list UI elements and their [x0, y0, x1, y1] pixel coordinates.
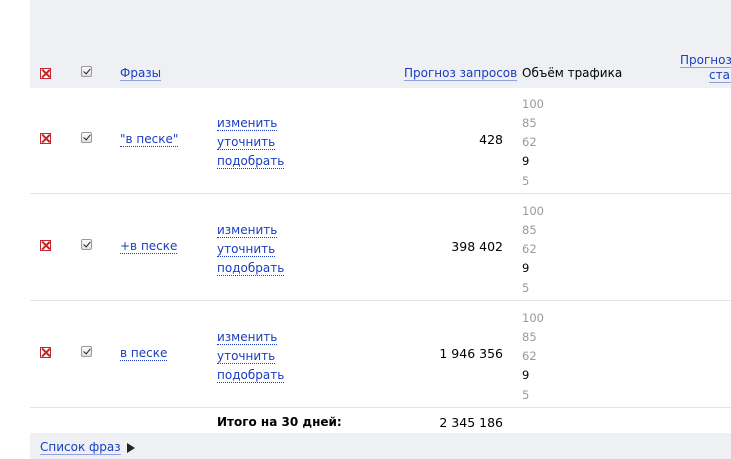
traffic-value: 62 [522, 135, 537, 149]
delete-row-icon[interactable] [40, 240, 51, 251]
phrase-link[interactable]: +в песке [120, 239, 178, 254]
traffic-value: 100 [522, 97, 544, 111]
bid-forecast-header[interactable]: Прогноз с [680, 53, 731, 68]
row-checkbox[interactable] [81, 132, 92, 143]
edit-link[interactable]: изменить [217, 116, 278, 131]
total-label: Итого на 30 дней: [217, 415, 342, 429]
refine-link[interactable]: уточнить [217, 349, 276, 364]
edit-link[interactable]: изменить [217, 223, 278, 238]
bid-forecast-header-line2[interactable]: став [709, 68, 731, 83]
row-divider [30, 193, 731, 194]
traffic-value-current: 9 [522, 368, 530, 382]
phrase-link[interactable]: "в песке" [120, 132, 179, 147]
pick-link[interactable]: подобрать [217, 368, 285, 383]
traffic-value-current: 9 [522, 154, 530, 168]
traffic-value: 62 [522, 349, 537, 363]
bid-forecast-header-2[interactable]: став [709, 68, 731, 83]
row-divider [30, 300, 731, 301]
row-checkbox[interactable] [81, 346, 92, 357]
select-all-checkbox[interactable] [81, 66, 92, 77]
pick-link[interactable]: подобрать [217, 261, 285, 276]
forecast-header-link[interactable]: Прогноз запросов [404, 66, 518, 81]
phrase-list-link[interactable]: Список фраз [40, 440, 121, 455]
traffic-value: 85 [522, 330, 537, 344]
phrases-header-link[interactable]: Фразы [120, 66, 162, 81]
total-value: 2 345 186 [439, 415, 503, 430]
traffic-value-current: 9 [522, 261, 530, 275]
traffic-value: 100 [522, 204, 544, 218]
left-margin [0, 0, 30, 459]
forecast-value: 428 [479, 132, 503, 147]
footer-bar [30, 433, 731, 459]
delete-row-icon[interactable] [40, 133, 51, 144]
phrases-header[interactable]: Фразы [120, 66, 162, 81]
traffic-value: 85 [522, 116, 537, 130]
forecast-value: 1 946 356 [439, 346, 503, 361]
traffic-value: 100 [522, 311, 544, 325]
row-divider [30, 407, 731, 408]
expand-arrow-icon[interactable] [126, 442, 135, 453]
bid-forecast-header-line1[interactable]: Прогноз с [680, 53, 731, 68]
traffic-value: 5 [522, 388, 530, 402]
row-checkbox[interactable] [81, 239, 92, 250]
delete-all-icon[interactable] [40, 68, 51, 79]
phrase-list-toggle[interactable]: Список фраз [40, 440, 135, 455]
phrase-link[interactable]: в песке [120, 346, 168, 361]
delete-row-icon[interactable] [40, 347, 51, 358]
traffic-header: Объём трафика [522, 66, 623, 80]
refine-link[interactable]: уточнить [217, 242, 276, 257]
traffic-value: 5 [522, 281, 530, 295]
pick-link[interactable]: подобрать [217, 154, 285, 169]
refine-link[interactable]: уточнить [217, 135, 276, 150]
traffic-value: 62 [522, 242, 537, 256]
forecast-value: 398 402 [451, 239, 503, 254]
traffic-value: 85 [522, 223, 537, 237]
traffic-value: 5 [522, 174, 530, 188]
edit-link[interactable]: изменить [217, 330, 278, 345]
forecast-header[interactable]: Прогноз запросов [404, 66, 518, 81]
